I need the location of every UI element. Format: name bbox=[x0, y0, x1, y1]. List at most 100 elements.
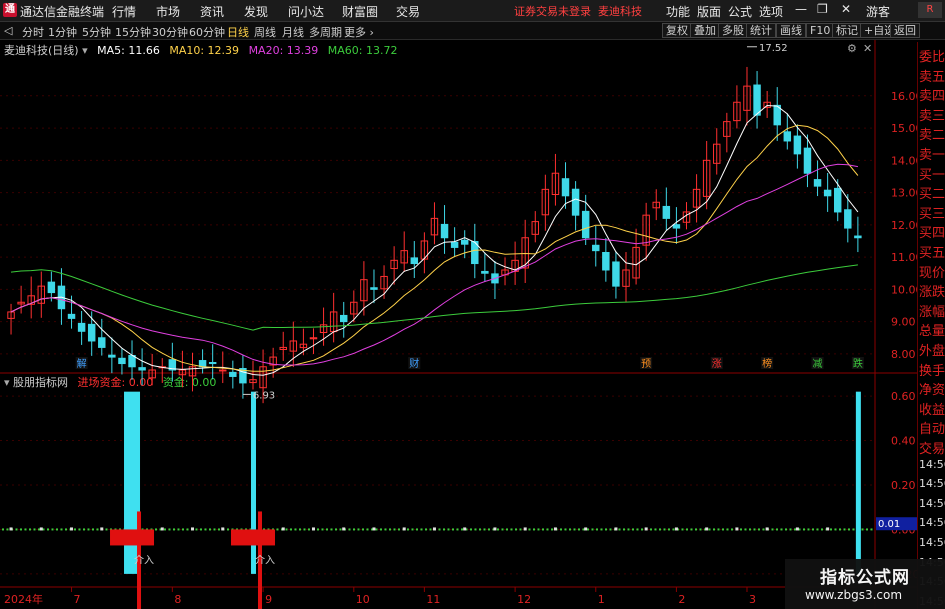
menu-discover[interactable]: 发现 bbox=[244, 3, 268, 20]
zero-line-dot bbox=[96, 528, 99, 531]
zero-line-dot bbox=[425, 528, 427, 531]
side-panel-item[interactable]: 收益 bbox=[919, 399, 945, 418]
side-panel-item[interactable]: 换手 bbox=[919, 360, 945, 379]
stats-button[interactable]: 统计 bbox=[746, 23, 776, 38]
entry-signal-block bbox=[110, 529, 155, 546]
draw-line-button[interactable]: 画线 bbox=[776, 23, 806, 38]
menu-layout[interactable]: 版面 bbox=[697, 3, 721, 20]
side-panel-item[interactable]: 14:56 bbox=[919, 536, 945, 549]
candle-body bbox=[208, 362, 217, 365]
side-panel-item[interactable]: 总量 bbox=[919, 320, 945, 339]
period-tab[interactable]: 多周期 bbox=[309, 24, 342, 40]
login-warning: 证券交易未登录 麦迪科技 bbox=[514, 5, 642, 18]
side-panel-item[interactable]: 14:56 bbox=[919, 516, 945, 529]
candle-body bbox=[410, 257, 419, 265]
user-guest[interactable]: 游客 bbox=[866, 3, 890, 20]
side-panel-item[interactable]: 买一 bbox=[919, 164, 945, 183]
multi-stock-button[interactable]: 多股 bbox=[718, 23, 748, 38]
side-panel-item[interactable]: 自动 bbox=[919, 418, 945, 437]
side-panel-item[interactable]: 买三 bbox=[919, 203, 945, 222]
period-tab[interactable]: 月线 bbox=[282, 24, 304, 40]
zero-line-dot bbox=[389, 528, 391, 531]
period-tab-active[interactable]: 日线 bbox=[227, 24, 249, 40]
menu-options[interactable]: 选项 bbox=[759, 3, 783, 20]
side-panel-item[interactable]: 卖三 bbox=[919, 105, 945, 124]
side-panel-item[interactable]: 涨幅 bbox=[919, 301, 945, 320]
side-panel-item[interactable]: 现价 bbox=[919, 262, 945, 281]
high-marker-label: 17.52 bbox=[759, 43, 788, 54]
time-tick-label: 2024年 bbox=[4, 592, 43, 606]
zero-line-dot bbox=[92, 528, 94, 531]
mark-button[interactable]: 标记 bbox=[832, 23, 862, 38]
zero-line-dot bbox=[200, 528, 202, 531]
side-panel-item[interactable]: 外盘 bbox=[919, 340, 945, 359]
zero-line-marker bbox=[644, 527, 648, 531]
zero-line-dot bbox=[533, 528, 535, 531]
f10-button[interactable]: F10 bbox=[806, 23, 835, 38]
watermark-url: www.zbgs3.com bbox=[805, 588, 903, 602]
period-tab[interactable]: 5分钟 bbox=[82, 24, 111, 40]
side-panel-item[interactable]: 买四 bbox=[919, 222, 945, 241]
period-tab[interactable]: 1分钟 bbox=[48, 24, 77, 40]
side-panel-item[interactable]: 卖一 bbox=[919, 144, 945, 163]
back-button[interactable]: 返回 bbox=[890, 23, 920, 38]
zero-line-dot bbox=[186, 528, 189, 531]
zero-line-dot bbox=[321, 528, 324, 531]
candle-body bbox=[823, 189, 832, 197]
menu-trade[interactable]: 交易 bbox=[396, 3, 420, 20]
period-tab[interactable]: 30分钟 bbox=[152, 24, 188, 40]
zero-line-dot bbox=[789, 528, 792, 531]
menu-function[interactable]: 功能 bbox=[666, 3, 690, 20]
candle-body bbox=[229, 371, 237, 377]
minimize-icon[interactable]: — bbox=[795, 2, 807, 16]
menu-market[interactable]: 市场 bbox=[156, 3, 180, 20]
menu-wealth-circle[interactable]: 财富圈 bbox=[342, 3, 378, 20]
zero-line-marker bbox=[39, 527, 43, 531]
zero-line-dot bbox=[213, 528, 216, 531]
menu-formula[interactable]: 公式 bbox=[728, 3, 752, 20]
period-tab[interactable]: 分时 bbox=[22, 24, 44, 40]
time-tick-label: 10 bbox=[356, 593, 370, 606]
side-panel-item[interactable]: 涨跌 bbox=[919, 281, 945, 300]
menu-quotes[interactable]: 行情 bbox=[112, 3, 136, 20]
zero-line-dot bbox=[569, 528, 571, 531]
restore-icon[interactable]: ❐ bbox=[817, 2, 828, 16]
menu-ask-xiaoda[interactable]: 问小达 bbox=[288, 3, 324, 20]
side-panel-item[interactable]: 委比 bbox=[919, 46, 945, 65]
side-panel-item[interactable]: 卖二 bbox=[919, 124, 945, 143]
event-marker-label: 跌 bbox=[853, 357, 863, 370]
collapse-icon[interactable]: ◁ bbox=[4, 24, 12, 37]
funding-bar bbox=[250, 391, 256, 574]
side-panel-item[interactable]: 交易 bbox=[919, 438, 945, 457]
period-tab[interactable]: 60分钟 bbox=[189, 24, 225, 40]
zero-line-dot bbox=[29, 528, 31, 531]
side-panel-item[interactable]: 买五 bbox=[919, 242, 945, 261]
fuquan-button[interactable]: 复权 bbox=[662, 23, 692, 38]
side-panel-item[interactable]: 买二 bbox=[919, 183, 945, 202]
zero-line-dot bbox=[510, 528, 513, 531]
zero-line-dot bbox=[803, 528, 805, 531]
side-panel-item[interactable]: 净资 bbox=[919, 379, 945, 398]
menu-news[interactable]: 资讯 bbox=[200, 3, 224, 20]
zero-line-dot bbox=[690, 528, 693, 531]
time-tick-label: 3 bbox=[749, 593, 756, 606]
overlay-button[interactable]: 叠加 bbox=[690, 23, 720, 38]
candle-body bbox=[128, 354, 136, 368]
side-panel-item[interactable]: 卖四 bbox=[919, 85, 945, 104]
close-icon[interactable]: ✕ bbox=[841, 2, 851, 16]
period-tab-more[interactable]: 更多 › bbox=[344, 24, 374, 40]
zero-line-dot bbox=[74, 528, 76, 531]
zero-line-dot bbox=[155, 528, 157, 531]
k-line-chart[interactable]: 介入 介入 16.00 15.00 14.00 13.00 12.00 11.00 10.00… bbox=[0, 40, 917, 609]
period-tab[interactable]: 15分钟 bbox=[115, 24, 151, 40]
side-panel-item[interactable]: 14:56 bbox=[919, 477, 945, 490]
zero-line-dot bbox=[393, 528, 396, 531]
zero-line-dot bbox=[42, 528, 45, 531]
side-panel-item[interactable]: 14:56 bbox=[919, 458, 945, 471]
period-tab[interactable]: 周线 bbox=[254, 24, 276, 40]
zero-line-dot bbox=[56, 528, 58, 531]
side-panel-item[interactable]: 卖五 bbox=[919, 66, 945, 85]
candle-body bbox=[672, 224, 681, 229]
time-tick-label: 9 bbox=[265, 593, 272, 606]
side-panel-item[interactable]: 14:56 bbox=[919, 497, 945, 510]
